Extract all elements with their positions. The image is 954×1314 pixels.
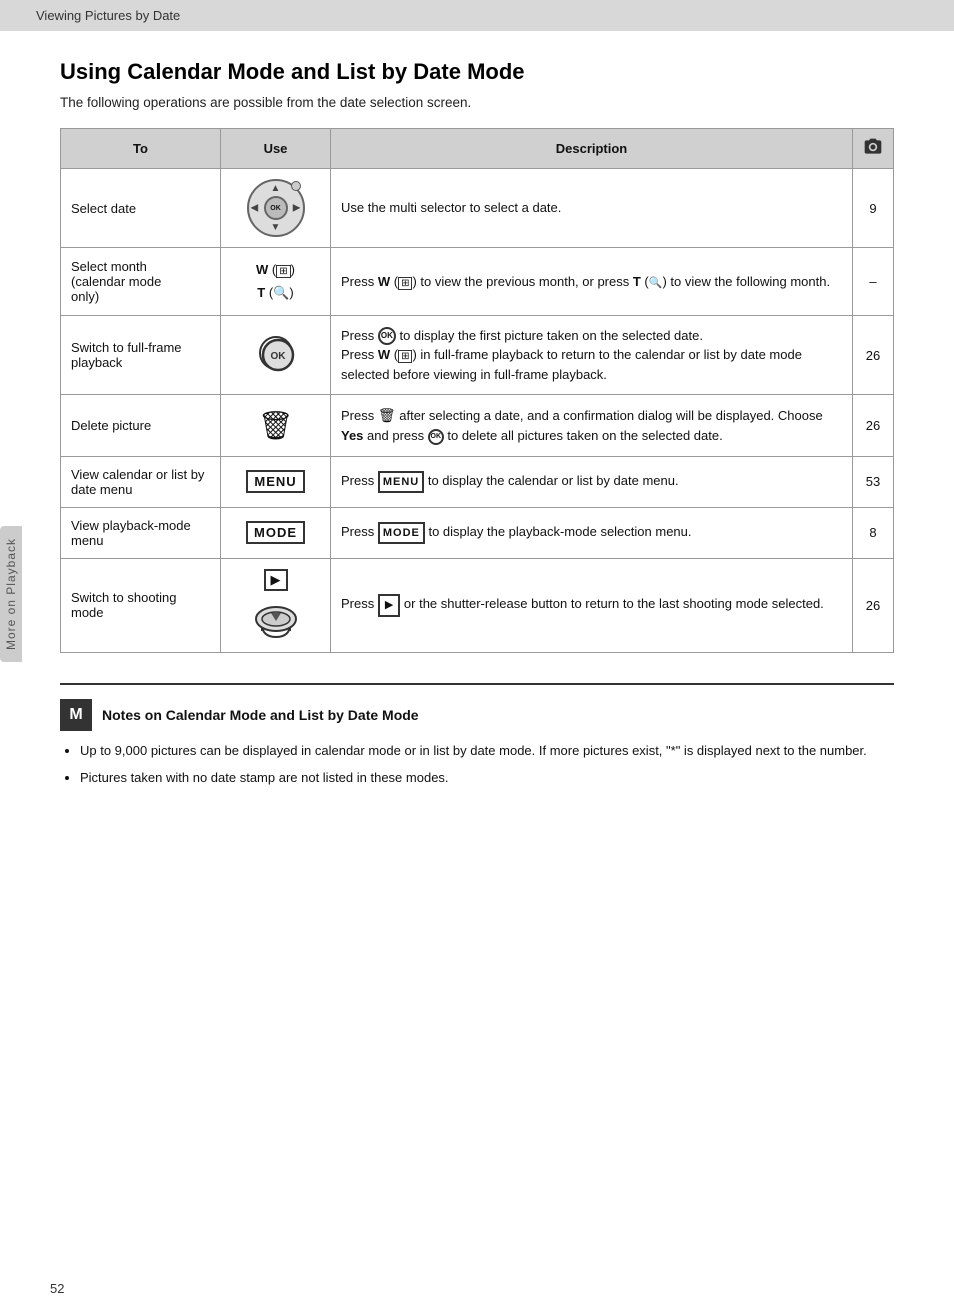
header-bar: Viewing Pictures by Date <box>0 0 954 31</box>
page-number: 52 <box>50 1281 64 1296</box>
cell-use-delete: 🗑 <box>221 395 331 457</box>
sidebar-tab: More on Playback <box>0 526 22 662</box>
table-row: Select date ▲ ▼ ◀ ▶ OK <box>61 169 894 248</box>
table-row: View playback-mode menu MODE Press MODE … <box>61 507 894 558</box>
col-header-ref <box>853 129 894 169</box>
cell-ref-select-date: 9 <box>853 169 894 248</box>
main-content: Using Calendar Mode and List by Date Mod… <box>0 31 954 834</box>
cell-desc-delete: Press 🗑 after selecting a date, and a co… <box>331 395 853 457</box>
cell-use-select-month: W (⊞) T (🔍) <box>221 248 331 316</box>
cell-use-calendar-menu: MENU <box>221 456 331 507</box>
col-header-description: Description <box>331 129 853 169</box>
shutter-icon <box>254 599 298 639</box>
cell-to-playback-menu: View playback-mode menu <box>61 507 221 558</box>
cell-desc-calendar-menu: Press MENU to display the calendar or li… <box>331 456 853 507</box>
subtitle: The following operations are possible fr… <box>60 95 894 110</box>
table-row: View calendar or list by date menu MENU … <box>61 456 894 507</box>
col-header-to: To <box>61 129 221 169</box>
table-row: Switch to full-frame playback OK <box>61 315 894 395</box>
cell-ref-fullframe: 26 <box>853 315 894 395</box>
cell-to-shooting: Switch to shooting mode <box>61 558 221 652</box>
page-title: Using Calendar Mode and List by Date Mod… <box>60 59 894 85</box>
cell-to-calendar-menu: View calendar or list by date menu <box>61 456 221 507</box>
cell-to-select-date: Select date <box>61 169 221 248</box>
svg-text:OK: OK <box>270 351 286 362</box>
cell-ref-shooting: 26 <box>853 558 894 652</box>
table-row: Select month(calendar modeonly) W (⊞) T … <box>61 248 894 316</box>
cell-desc-playback-menu: Press MODE to display the playback-mode … <box>331 507 853 558</box>
notes-icon: M <box>60 699 92 731</box>
playback-button-icon: ▶ <box>264 569 288 591</box>
cell-use-shooting: ▶ <box>221 558 331 652</box>
cell-to-delete: Delete picture <box>61 395 221 457</box>
cell-use-fullframe: OK <box>221 315 331 395</box>
operations-table: To Use Description Select date <box>60 128 894 653</box>
trash-icon: 🗑 <box>231 409 320 442</box>
ok-button-icon: OK <box>259 336 293 370</box>
list-item: Up to 9,000 pictures can be displayed in… <box>80 741 894 762</box>
col-header-use: Use <box>221 129 331 169</box>
cell-ref-playback-menu: 8 <box>853 507 894 558</box>
notes-section: M Notes on Calendar Mode and List by Dat… <box>60 683 894 789</box>
cell-desc-select-month: Press W (⊞) to view the previous month, … <box>331 248 853 316</box>
table-row: Delete picture 🗑 Press 🗑 after selecting… <box>61 395 894 457</box>
list-item: Pictures taken with no date stamp are no… <box>80 768 894 789</box>
cell-to-fullframe: Switch to full-frame playback <box>61 315 221 395</box>
page: Viewing Pictures by Date More on Playbac… <box>0 0 954 1314</box>
cell-to-select-month: Select month(calendar modeonly) <box>61 248 221 316</box>
cell-use-select-date: ▲ ▼ ◀ ▶ OK <box>221 169 331 248</box>
menu-icon: MENU <box>246 470 304 493</box>
cell-desc-select-date: Use the multi selector to select a date. <box>331 169 853 248</box>
notes-title: Notes on Calendar Mode and List by Date … <box>102 707 419 723</box>
nav-dial-icon: ▲ ▼ ◀ ▶ OK <box>247 179 305 237</box>
cell-desc-shooting: Press ▶ or the shutter-release button to… <box>331 558 853 652</box>
notes-header: M Notes on Calendar Mode and List by Dat… <box>60 699 894 731</box>
cell-use-playback-menu: MODE <box>221 507 331 558</box>
camera-icon <box>863 137 883 157</box>
cell-desc-fullframe: Press OK to display the first picture ta… <box>331 315 853 395</box>
table-row: Switch to shooting mode ▶ <box>61 558 894 652</box>
cell-ref-delete: 26 <box>853 395 894 457</box>
mode-icon: MODE <box>246 521 305 544</box>
cell-ref-select-month: – <box>853 248 894 316</box>
header-label: Viewing Pictures by Date <box>36 8 180 23</box>
cell-ref-calendar-menu: 53 <box>853 456 894 507</box>
notes-list: Up to 9,000 pictures can be displayed in… <box>60 741 894 789</box>
